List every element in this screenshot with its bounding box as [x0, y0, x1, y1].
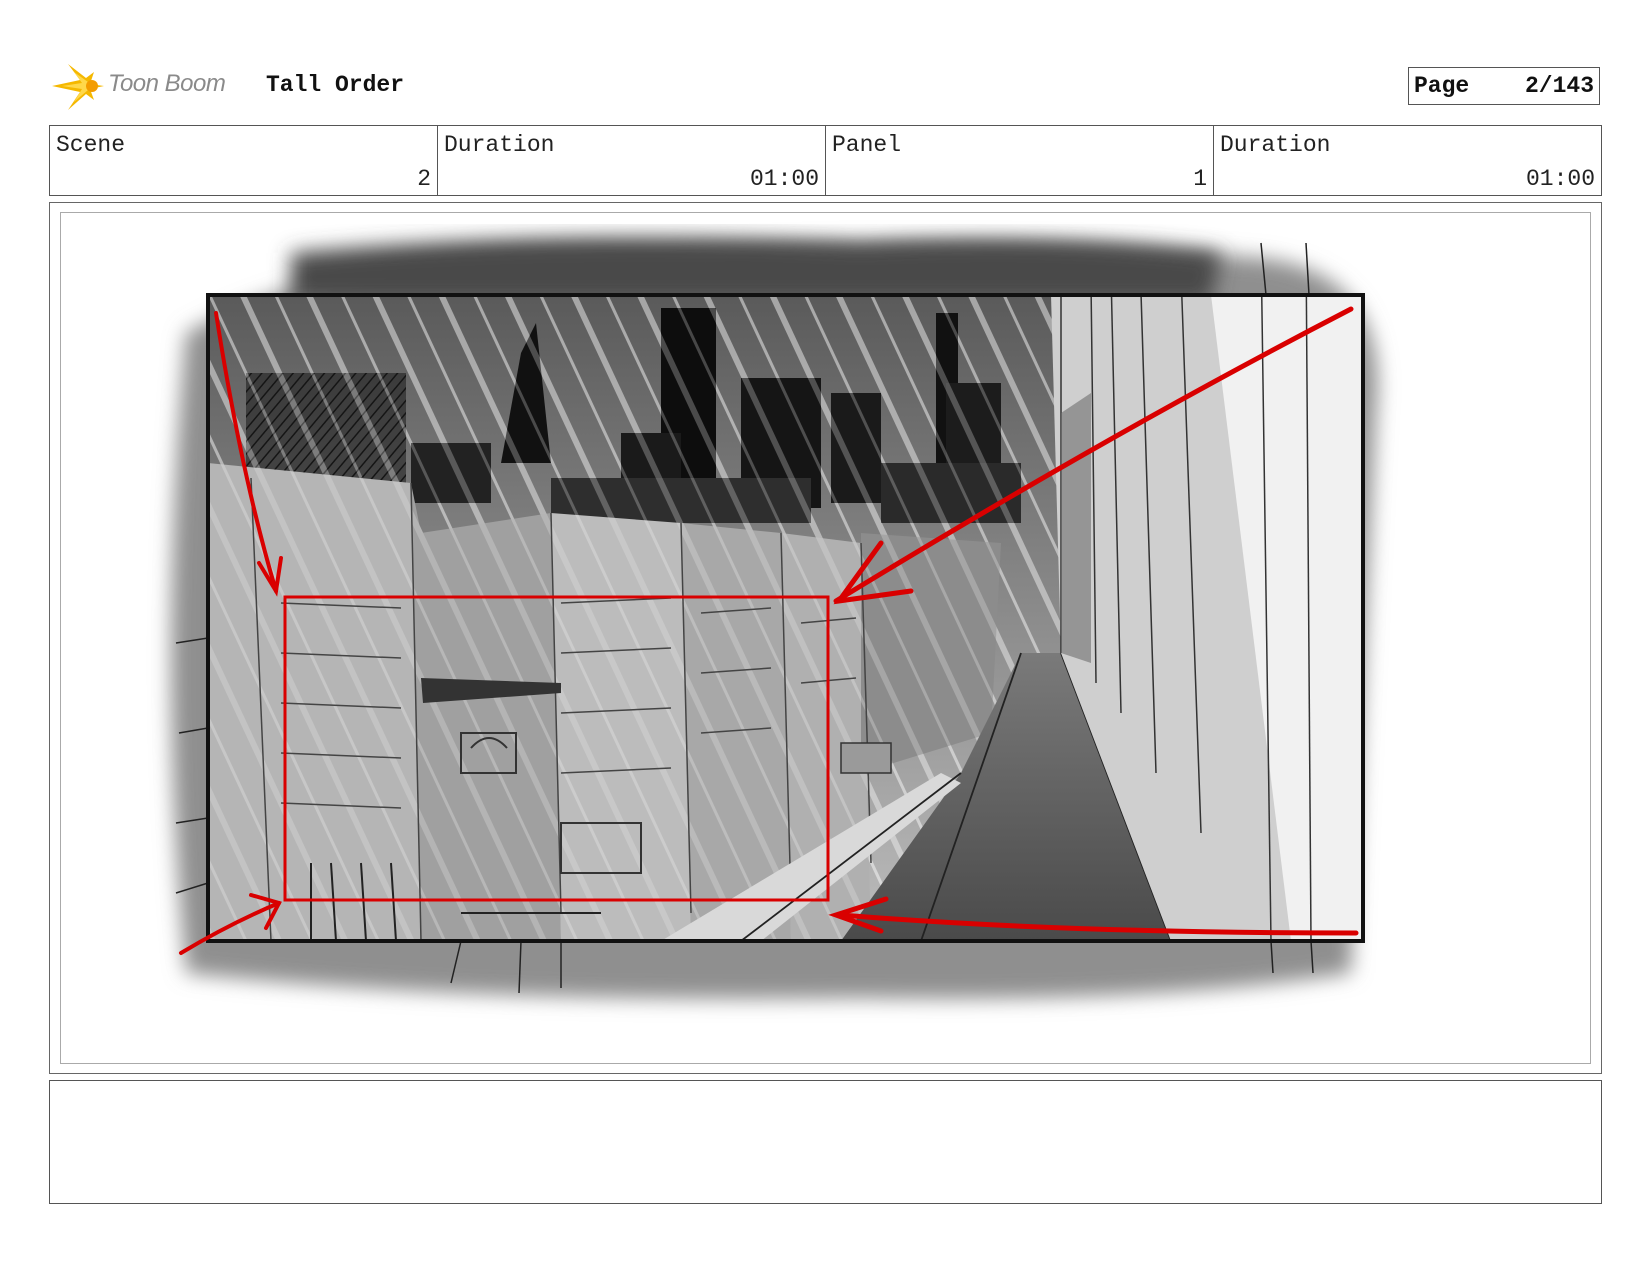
panel-label: Panel	[832, 132, 902, 158]
panel-value: 1	[1193, 166, 1207, 192]
project-title: Tall Order	[266, 72, 405, 98]
scene-label: Scene	[56, 132, 126, 158]
panel-duration-label: Duration	[1220, 132, 1331, 158]
panel-duration-cell: Duration 01:00	[1214, 126, 1601, 195]
panel-info-row: Scene 2 Duration 01:00 Panel 1 Duration …	[49, 125, 1602, 196]
scene-contents	[208, 295, 1363, 941]
panel-notes-box[interactable]	[49, 1080, 1602, 1204]
panel-image-area	[60, 212, 1591, 1064]
storyboard-sketch	[171, 237, 1378, 999]
page-label: Page	[1414, 73, 1470, 99]
toon-boom-logo: Toon Boom	[50, 58, 250, 114]
page-value: 2/143	[1524, 73, 1594, 99]
logo-text: Toon Boom	[108, 70, 226, 97]
page-counter: Page 2/143	[1408, 67, 1600, 105]
scene-duration-label: Duration	[444, 132, 555, 158]
scene-value: 2	[417, 166, 431, 192]
scene-duration-value: 01:00	[749, 166, 819, 192]
panel-duration-value: 01:00	[1525, 166, 1595, 192]
panel-cell: Panel 1	[826, 126, 1214, 195]
scene-duration-cell: Duration 01:00	[438, 126, 826, 195]
starburst-logo-icon	[52, 64, 104, 110]
panel-image-frame	[49, 202, 1602, 1074]
scene-cell: Scene 2	[50, 126, 438, 195]
storyboard-header: Toon Boom Tall Order Page 2/143	[50, 58, 1600, 114]
